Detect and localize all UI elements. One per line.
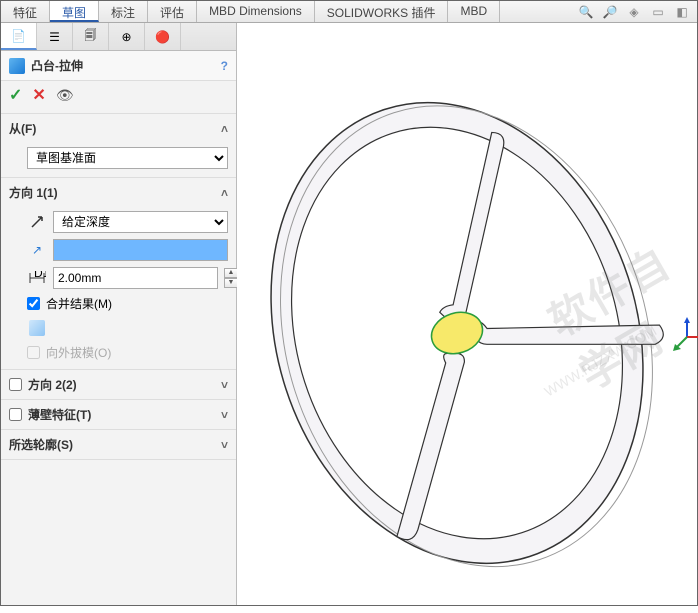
tab-sw-addins[interactable]: SOLIDWORKS 插件 — [315, 1, 449, 22]
chevron-up-icon: ˄ — [221, 122, 228, 136]
help-button[interactable]: ? — [221, 59, 228, 73]
graphics-viewport[interactable]: ⌀10 软件自学网 WWW.RJZXW.COM — [237, 23, 697, 605]
tab-mbd[interactable]: MBD — [448, 1, 500, 22]
section-thin-head[interactable]: 薄壁特征(T) ˅ — [1, 400, 236, 429]
target-icon: ⊕ — [121, 30, 131, 44]
chevron-down-icon: ˅ — [221, 378, 228, 392]
tab-mbd-dimensions[interactable]: MBD Dimensions — [197, 1, 315, 22]
tab-sketch[interactable]: 草图 — [50, 1, 99, 22]
ok-button[interactable]: ✓ — [9, 85, 22, 105]
merge-result-label: 合并结果(M) — [46, 295, 112, 312]
draft-spinner[interactable]: ▲▼ — [224, 268, 238, 288]
action-row: ✓ ✕ 👁 — [1, 81, 236, 114]
thin-enable-checkbox[interactable] — [9, 408, 22, 421]
section-contours-head[interactable]: 所选轮廓(S) ˅ — [1, 430, 236, 459]
section-from-title: 从(F) — [9, 120, 36, 137]
section-dir1-title: 方向 1(1) — [9, 184, 58, 201]
reverse-direction-button[interactable] — [27, 212, 47, 232]
property-icon: ☰ — [49, 30, 60, 44]
direction-arrow-icon: ↗ — [27, 240, 47, 260]
spin-up-icon[interactable]: ▲ — [224, 268, 238, 278]
cancel-button[interactable]: ✕ — [32, 85, 45, 105]
section-view-icon[interactable]: ◧ — [673, 3, 691, 21]
section-direction1: 方向 1(1) ˄ 给定深度 ↗ D1 ▲▼ — [1, 178, 236, 370]
end-condition-select[interactable]: 给定深度 — [53, 211, 228, 233]
merge-result-checkbox[interactable] — [27, 297, 40, 310]
chevron-down-icon: ˅ — [221, 438, 228, 452]
zoom-fit-icon[interactable]: 🔍 — [577, 3, 595, 21]
tab-evaluate[interactable]: 评估 — [148, 1, 197, 22]
view-toolbar: 🔍 🔎 ◈ ▭ ◧ — [577, 3, 691, 21]
section-from-head[interactable]: 从(F) ˄ — [1, 114, 236, 143]
section-selected-contours: 所选轮廓(S) ˅ — [1, 430, 236, 460]
section-dir2-head[interactable]: 方向 2(2) ˅ — [1, 370, 236, 399]
config-icon: 🗐 — [85, 26, 97, 47]
depth-dimension-icon: D1 — [27, 268, 47, 288]
section-thin-feature: 薄壁特征(T) ˅ — [1, 400, 236, 430]
feature-title-bar: 凸台-拉伸 ? — [1, 51, 236, 81]
config-manager-tab[interactable]: 🗐 — [73, 23, 109, 50]
draft-outward-checkbox — [27, 346, 40, 359]
section-thin-title: 薄壁特征(T) — [28, 406, 91, 423]
model-wheel — [237, 33, 697, 613]
from-plane-select[interactable]: 草图基准面 — [27, 147, 228, 169]
property-manager-tab[interactable]: ☰ — [37, 23, 73, 50]
section-dir2-title: 方向 2(2) — [28, 376, 77, 393]
dir2-enable-checkbox[interactable] — [9, 378, 22, 391]
draft-outward-label: 向外拔模(O) — [46, 344, 111, 361]
section-direction2: 方向 2(2) ˅ — [1, 370, 236, 400]
chevron-down-icon: ˅ — [221, 408, 228, 422]
panel-tab-row: 📄 ☰ 🗐 ⊕ 🔴 — [1, 23, 236, 51]
section-from: 从(F) ˄ 草图基准面 — [1, 114, 236, 178]
display-style-icon[interactable]: ▭ — [649, 3, 667, 21]
extrude-icon — [9, 58, 25, 74]
section-contours-title: 所选轮廓(S) — [9, 436, 73, 453]
appearance-icon: 🔴 — [155, 30, 170, 44]
spin-down-icon[interactable]: ▼ — [224, 278, 238, 288]
tab-annotate[interactable]: 标注 — [99, 1, 148, 22]
feature-tree-icon: 📄 — [11, 29, 26, 43]
origin-triad — [667, 317, 698, 357]
display-manager-tab[interactable]: 🔴 — [145, 23, 181, 50]
feature-name: 凸台-拉伸 — [31, 57, 221, 74]
svg-text:D1: D1 — [34, 271, 46, 280]
draft-value-input[interactable] — [53, 267, 218, 289]
zoom-area-icon[interactable]: 🔎 — [601, 3, 619, 21]
draft-icon[interactable] — [27, 318, 47, 338]
preview-toggle[interactable]: 👁 — [56, 87, 74, 104]
section-dir1-head[interactable]: 方向 1(1) ˄ — [1, 178, 236, 207]
property-manager: 📄 ☰ 🗐 ⊕ 🔴 凸台-拉伸 ? ✓ ✕ 👁 从(F) ˄ 草图 — [1, 23, 237, 605]
chevron-up-icon: ˄ — [221, 186, 228, 200]
tab-features[interactable]: 特征 — [1, 1, 50, 22]
dimxpert-tab[interactable]: ⊕ — [109, 23, 145, 50]
view-orientation-icon[interactable]: ◈ — [625, 3, 643, 21]
depth-input[interactable] — [53, 239, 228, 261]
feature-manager-tab[interactable]: 📄 — [1, 23, 37, 50]
